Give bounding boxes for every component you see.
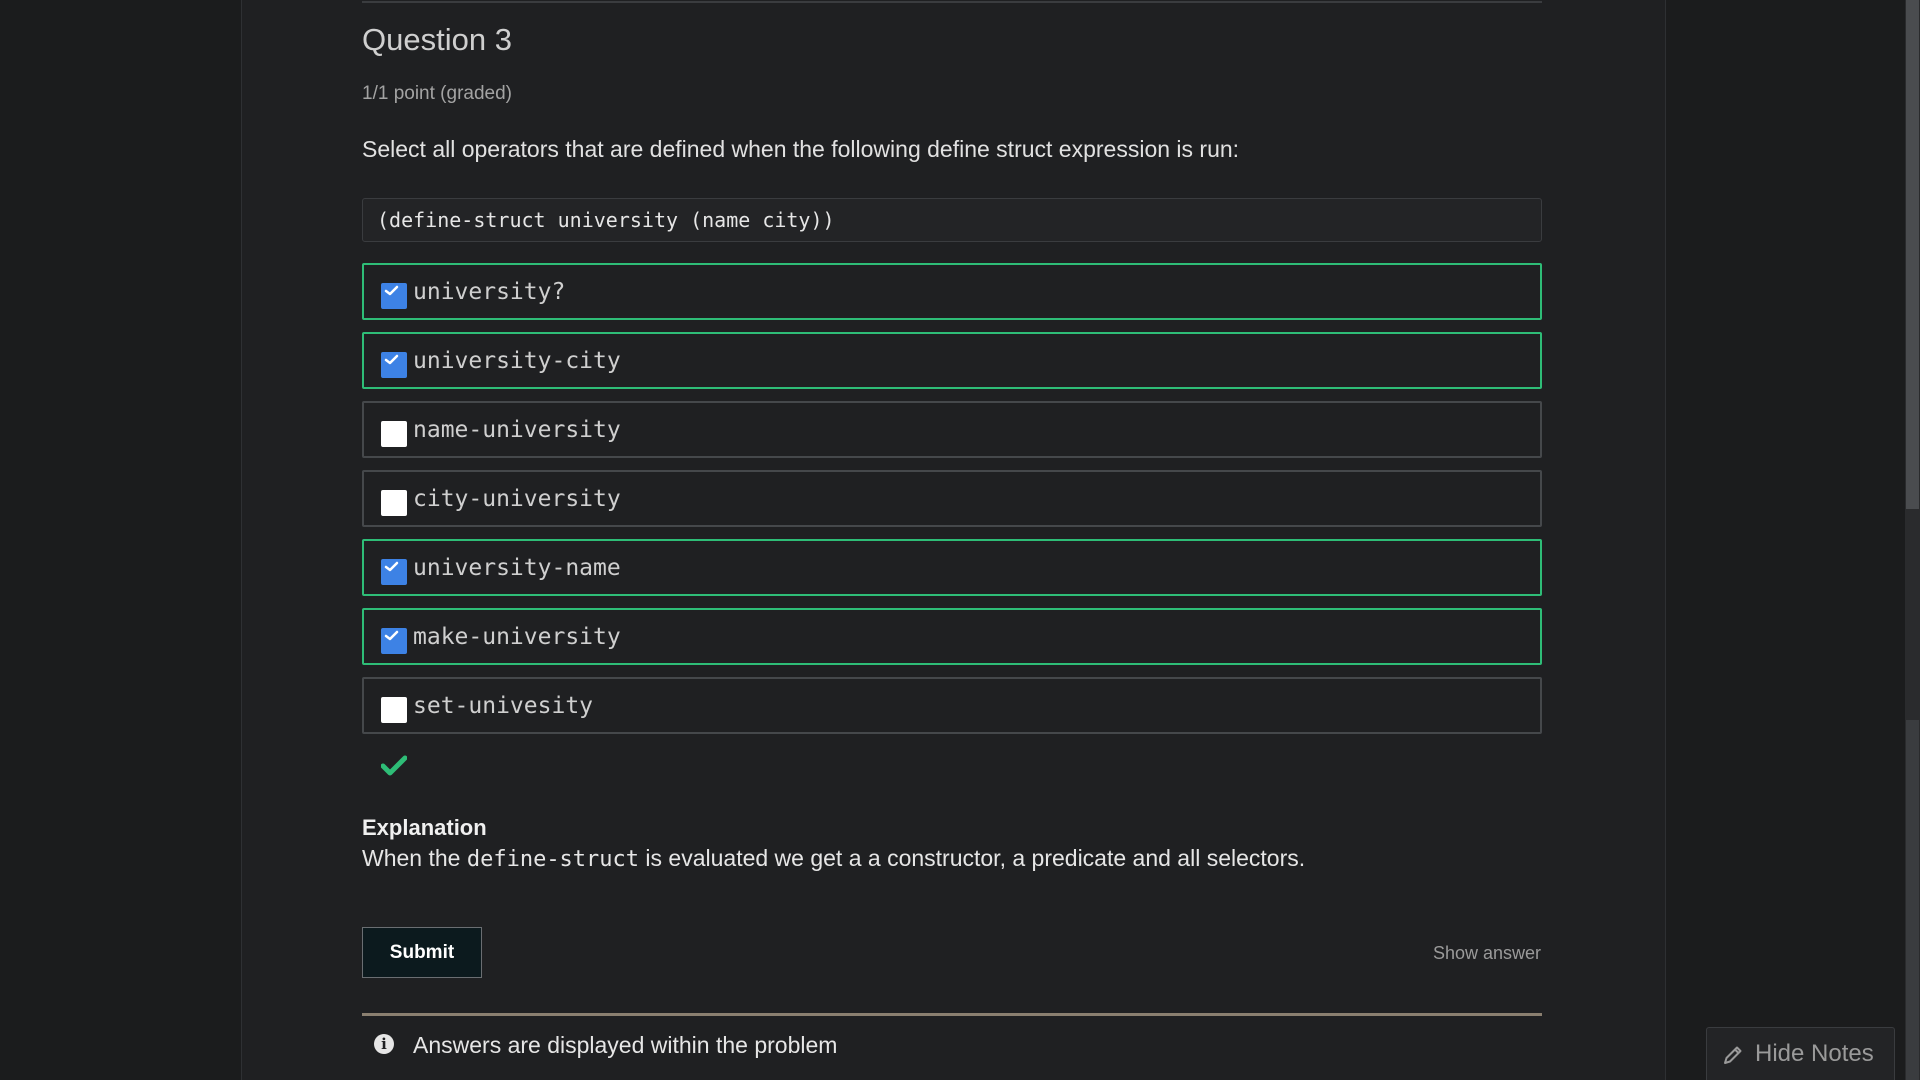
- choice-option[interactable]: university-name: [362, 539, 1542, 596]
- notice-divider: [362, 1013, 1542, 1016]
- choice-option[interactable]: make-university: [362, 608, 1542, 665]
- checkbox-checked[interactable]: [381, 628, 407, 654]
- choice-option[interactable]: university?: [362, 263, 1542, 320]
- checkbox-checked[interactable]: [381, 559, 407, 585]
- check-icon: [384, 354, 399, 365]
- choice-option[interactable]: name-university: [362, 401, 1542, 458]
- info-icon: i: [374, 1034, 394, 1054]
- choice-option[interactable]: set-univesity: [362, 677, 1542, 734]
- check-icon: [384, 561, 399, 572]
- pencil-icon: [1722, 1044, 1744, 1073]
- checkbox-unchecked[interactable]: [381, 421, 407, 447]
- hide-notes-button[interactable]: Hide Notes: [1706, 1027, 1895, 1080]
- explanation-code: define-struct: [466, 847, 640, 872]
- explanation-heading: Explanation: [362, 815, 487, 840]
- choice-label: city-university: [413, 486, 621, 512]
- check-icon: [384, 285, 399, 296]
- code-snippet: (define-struct university (name city)): [362, 198, 1542, 242]
- choice-label: set-univesity: [413, 693, 594, 719]
- checkbox-unchecked[interactable]: [381, 490, 407, 516]
- choice-label: university-city: [413, 348, 621, 374]
- checkbox-checked[interactable]: [381, 352, 407, 378]
- check-icon: [384, 630, 399, 641]
- choice-list: university? university-city name-universit…: [362, 263, 1542, 746]
- choice-label: make-university: [413, 624, 621, 650]
- choice-label: name-university: [413, 417, 621, 443]
- submit-button[interactable]: Submit: [362, 927, 482, 978]
- choice-option[interactable]: university-city: [362, 332, 1542, 389]
- checkbox-unchecked[interactable]: [381, 697, 407, 723]
- choice-label: university?: [413, 279, 566, 305]
- choice-option[interactable]: city-university: [362, 470, 1542, 527]
- show-answer-button[interactable]: Show answer: [1400, 943, 1541, 964]
- question-points: 1/1 point (graded): [362, 83, 512, 104]
- question-prompt: Select all operators that are defined wh…: [362, 136, 1240, 162]
- checkbox-checked[interactable]: [381, 283, 407, 309]
- choice-label: university-name: [413, 555, 621, 581]
- scrollbar-lower-track: [1906, 720, 1919, 1080]
- checkmark-icon: [380, 755, 408, 782]
- question-title: Question 3: [362, 22, 512, 57]
- explanation-text-after: is evaluated we get a a constructor, a p…: [639, 845, 1306, 871]
- scrollbar-thumb[interactable]: [1906, 0, 1919, 509]
- hide-notes-label: Hide Notes: [1755, 1040, 1874, 1067]
- explanation-text: When the define-struct is evaluated we g…: [362, 845, 1305, 872]
- top-divider: [362, 1, 1542, 3]
- explanation-text-before: When the: [362, 845, 467, 871]
- notice-text: Answers are displayed within the problem: [413, 1032, 838, 1058]
